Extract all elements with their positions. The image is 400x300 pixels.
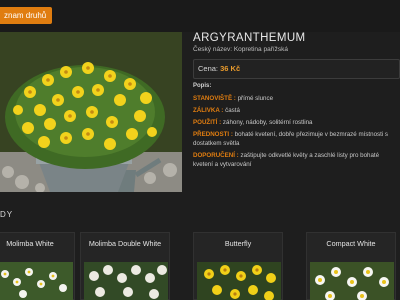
variety-card-title: Molimba White (6, 239, 54, 248)
variety-photo (84, 262, 168, 300)
attr-watering: ZÁLIVKA : častá (193, 107, 400, 116)
variety-card[interactable]: Molimba White (0, 232, 75, 300)
attr-value: přímé slunce (237, 95, 274, 102)
top-bar: znam druhů (0, 0, 400, 32)
variety-card[interactable]: Compact White (306, 232, 396, 300)
back-to-varieties-button[interactable]: znam druhů (0, 7, 53, 24)
attr-key: DOPORUČENÍ : (193, 152, 239, 159)
variety-photo (310, 262, 394, 300)
product-details: ARGYRANTHEMUM Český název: Kopretina pař… (193, 32, 400, 192)
attr-key: ZÁLIVKA : (193, 107, 224, 114)
variety-photo (197, 262, 281, 300)
attr-value: záhony, nádoby, solitérní rostlina (222, 119, 313, 126)
price-label: Cena: (198, 64, 219, 73)
variety-card-title: Compact White (326, 239, 376, 248)
attr-key: PŘEDNOSTI : (193, 131, 233, 138)
attr-key: POUŽITÍ : (193, 119, 222, 126)
variety-photo (0, 262, 73, 300)
price-box: Cena: 36 Kč (193, 59, 400, 79)
attr-advantages: PŘEDNOSTI : bohaté kvetení, dobře přezim… (193, 131, 400, 148)
product-title: ARGYRANTHEMUM (193, 32, 306, 44)
variety-card[interactable]: Butterfly (193, 232, 283, 300)
variety-card-title: Molimba Double White (88, 239, 162, 248)
attr-location: STANOVIŠTĚ : přímé slunce (193, 95, 400, 104)
attr-value: častá (225, 107, 240, 114)
price-value: 36 Kč (220, 64, 241, 73)
related-section-heading: DY (0, 210, 14, 219)
attr-usage: POUŽITÍ : záhony, nádoby, solitérní rost… (193, 119, 400, 128)
attr-recommendation: DOPORUČENÍ : zaštipujte odkvetlé květy a… (193, 152, 400, 169)
variety-card[interactable]: Molimba Double White (80, 232, 170, 300)
description-heading: Popis: (193, 83, 212, 89)
common-name: Český název: Kopretina pařížská (193, 46, 289, 53)
product-photo (0, 32, 182, 192)
attr-key: STANOVIŠTĚ : (193, 95, 236, 102)
variety-card-title: Butterfly (224, 239, 252, 248)
